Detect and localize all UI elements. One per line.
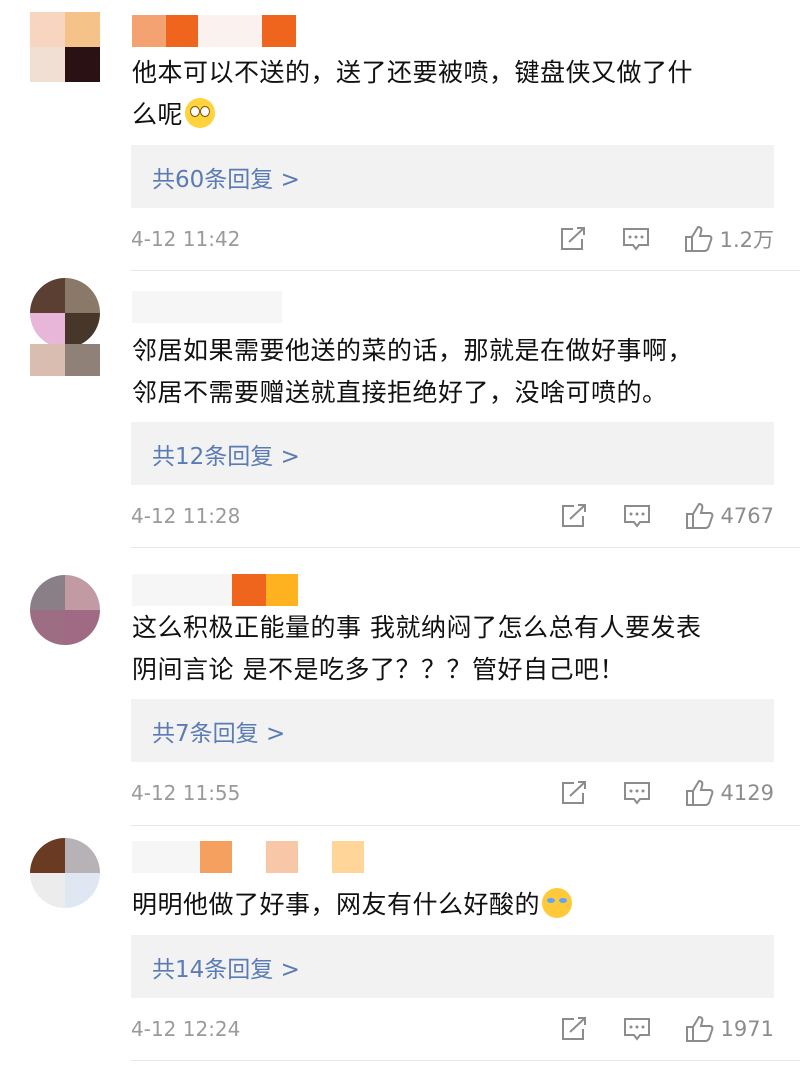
divider xyxy=(131,547,800,548)
comment-text: 这么积极正能量的事 我就纳闷了怎么总有人要发表 阴间言论 是不是吃多了？？？管好… xyxy=(132,613,702,684)
divider xyxy=(131,270,800,271)
like-count: 1971 xyxy=(720,1017,774,1041)
avatar[interactable] xyxy=(30,838,100,908)
like-button[interactable]: 4767 xyxy=(685,502,774,530)
eye-roll-emoji xyxy=(185,98,216,128)
thumbs-up-icon xyxy=(685,1015,715,1043)
username-blurred[interactable] xyxy=(132,840,364,874)
view-replies-button[interactable]: 共7条回复 > xyxy=(131,699,774,762)
username-blurred[interactable] xyxy=(132,573,298,607)
comment-text: 邻居如果需要他送的菜的话，那就是在做好事啊， 邻居不需要赠送就直接拒绝好了，没啥… xyxy=(132,336,694,407)
comment-icon[interactable] xyxy=(622,226,650,252)
like-button[interactable]: 1.2万 xyxy=(684,224,774,254)
like-button[interactable]: 1971 xyxy=(685,1015,774,1043)
share-icon[interactable] xyxy=(560,503,588,529)
thumbs-up-icon xyxy=(684,225,714,253)
view-replies-button[interactable]: 共14条回复 > xyxy=(131,935,774,998)
username-blurred[interactable] xyxy=(132,290,282,324)
comment-meta: 4-12 11:28 4767 xyxy=(131,500,774,532)
comment-text: 他本可以不送的，送了还要被喷，键盘侠又做了什 么呢 xyxy=(132,58,694,129)
comment-icon[interactable] xyxy=(623,503,651,529)
comment-meta: 4-12 11:42 1.2万 xyxy=(131,223,774,255)
like-count: 4767 xyxy=(720,504,774,528)
comment-time: 4-12 11:28 xyxy=(131,504,241,528)
divider xyxy=(131,825,800,826)
divider xyxy=(131,1060,800,1061)
laughing-crying-emoji xyxy=(542,888,573,918)
comment-time: 4-12 11:42 xyxy=(131,227,241,251)
comment-icon[interactable] xyxy=(623,780,651,806)
like-count: 4129 xyxy=(720,781,774,805)
like-count: 1.2万 xyxy=(719,228,774,252)
username-blurred[interactable] xyxy=(132,14,296,48)
avatar[interactable] xyxy=(30,575,100,645)
comment-meta: 4-12 12:24 1971 xyxy=(131,1013,774,1045)
comment-time: 4-12 12:24 xyxy=(131,1017,241,1041)
share-icon[interactable] xyxy=(560,780,588,806)
avatar-lower xyxy=(30,312,100,376)
like-button[interactable]: 4129 xyxy=(685,779,774,807)
share-icon[interactable] xyxy=(560,1016,588,1042)
view-replies-button[interactable]: 共12条回复 > xyxy=(131,422,774,485)
comment-time: 4-12 11:55 xyxy=(131,781,241,805)
comment-text: 明明他做了好事，网友有什么好酸的 xyxy=(132,884,772,926)
view-replies-button[interactable]: 共60条回复 > xyxy=(131,145,774,208)
share-icon[interactable] xyxy=(559,226,587,252)
thumbs-up-icon xyxy=(685,779,715,807)
comment-icon[interactable] xyxy=(623,1016,651,1042)
avatar[interactable] xyxy=(30,12,100,82)
thumbs-up-icon xyxy=(685,502,715,530)
comment-meta: 4-12 11:55 4129 xyxy=(131,777,774,809)
